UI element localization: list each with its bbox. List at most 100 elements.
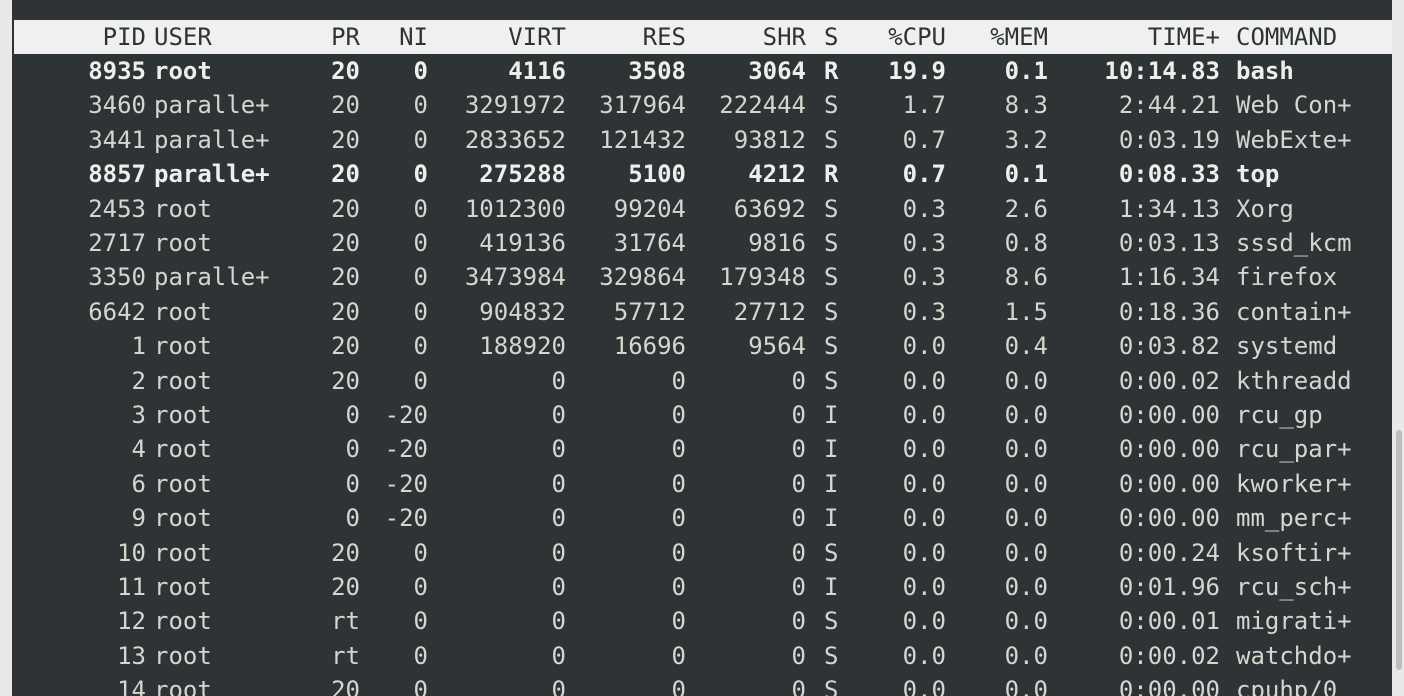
cell-pid: 13 <box>117 641 146 670</box>
cell-cpu: 0.3 <box>902 297 946 326</box>
cell-user: root <box>154 194 212 223</box>
cell-command: Web Con+ <box>1236 91 1352 120</box>
cell-res: 329864 <box>599 263 686 292</box>
cell-state: S <box>824 607 839 636</box>
cell-cpu: 0.0 <box>902 401 946 429</box>
col-command-header: COMMAND <box>1236 23 1338 51</box>
cell-shr: 0 <box>791 641 806 670</box>
cell-pr: 20 <box>331 676 360 696</box>
cell-command: systemd <box>1236 332 1338 361</box>
cell-virt: 188920 <box>479 332 566 361</box>
col-time-header: TIME+ <box>1147 23 1220 51</box>
cell-state: S <box>824 297 839 326</box>
cell-pid: 9 <box>131 504 146 533</box>
cell-res: 0 <box>671 573 686 601</box>
cell-cpu: 0.0 <box>902 573 946 601</box>
cell-shr: 0 <box>791 401 806 429</box>
cell-virt: 4116 <box>508 57 566 85</box>
cell-command: firefox <box>1236 263 1338 292</box>
cell-command: Xorg <box>1236 194 1294 223</box>
cell-pid: 8857 <box>88 160 146 189</box>
cell-mem: 8.3 <box>1004 91 1048 120</box>
cell-time: 0:03.19 <box>1118 125 1220 154</box>
cell-time: 0:00.24 <box>1118 538 1220 567</box>
cell-res: 0 <box>671 435 686 464</box>
process-row: 3460 paralle+ 20 0 3291972 317964 222444 S 1.7 8.… <box>14 88 1392 122</box>
col-ni-header: NI <box>399 23 428 51</box>
cell-res: 121432 <box>599 125 686 154</box>
cell-state: R <box>824 160 839 189</box>
cell-state: I <box>824 573 839 601</box>
cell-virt: 0 <box>551 366 566 395</box>
cell-res: 5100 <box>628 160 686 189</box>
cell-shr: 0 <box>791 573 806 601</box>
cell-res: 0 <box>671 401 686 429</box>
cell-user: root <box>154 401 212 429</box>
cell-pid: 2717 <box>88 229 146 257</box>
cell-cpu: 0.0 <box>902 641 946 670</box>
cell-pr: 20 <box>331 194 360 223</box>
cell-pr: 20 <box>331 573 360 601</box>
cell-res: 3508 <box>628 57 686 85</box>
cell-time: 0:00.00 <box>1118 401 1220 429</box>
cell-pid: 2453 <box>88 194 146 223</box>
cell-mem: 0.8 <box>1004 229 1048 257</box>
cell-time: 0:00.02 <box>1118 366 1220 395</box>
cell-cpu: 0.3 <box>902 229 946 257</box>
col-mem-header: %MEM <box>990 23 1048 51</box>
cell-time: 1:16.34 <box>1118 263 1220 292</box>
cell-virt: 0 <box>551 469 566 498</box>
cell-mem: 3.2 <box>1004 125 1048 154</box>
terminal-window[interactable]: PID USER PR NI VIRT RES SHR S %CPU %MEM … <box>12 0 1392 696</box>
cell-shr: 63692 <box>733 194 806 223</box>
cell-ni: 0 <box>413 57 428 85</box>
scrollbar-thumb[interactable] <box>1396 430 1402 670</box>
cell-virt: 2833652 <box>464 125 566 154</box>
cell-ni: 0 <box>413 676 428 696</box>
cell-virt: 3473984 <box>464 263 566 292</box>
cell-mem: 1.5 <box>1004 297 1048 326</box>
cell-command: sssd_kcm <box>1236 229 1352 257</box>
cell-user: root <box>154 229 212 257</box>
cell-shr: 0 <box>791 676 806 696</box>
cell-mem: 0.0 <box>1004 504 1048 533</box>
cell-state: S <box>824 125 839 154</box>
cell-pr: rt <box>331 641 360 670</box>
cell-virt: 3291972 <box>464 91 566 120</box>
cell-state: S <box>824 263 839 292</box>
cell-mem: 0.0 <box>1004 641 1048 670</box>
cell-pid: 12 <box>117 607 146 636</box>
cell-ni: -20 <box>384 401 428 429</box>
cell-cpu: 1.7 <box>902 91 946 120</box>
cell-ni: 0 <box>413 125 428 154</box>
cell-mem: 0.0 <box>1004 401 1048 429</box>
cell-pid: 6642 <box>88 297 146 326</box>
cell-shr: 9564 <box>748 332 806 361</box>
cell-ni: 0 <box>413 297 428 326</box>
cell-virt: 0 <box>551 573 566 601</box>
cell-state: S <box>824 91 839 120</box>
cell-time: 0:00.00 <box>1118 469 1220 498</box>
scrollbar[interactable] <box>1392 0 1404 696</box>
cell-time: 0:18.36 <box>1118 297 1220 326</box>
cell-res: 99204 <box>613 194 686 223</box>
cell-shr: 0 <box>791 538 806 567</box>
cell-user: root <box>154 504 212 533</box>
cell-res: 0 <box>671 676 686 696</box>
cell-ni: -20 <box>384 469 428 498</box>
cell-user: root <box>154 469 212 498</box>
col-shr-header: SHR <box>762 23 806 51</box>
cell-state: S <box>824 229 839 257</box>
cell-ni: 0 <box>413 366 428 395</box>
cell-time: 0:00.00 <box>1118 676 1220 696</box>
cell-time: 10:14.83 <box>1104 57 1220 85</box>
cell-pid: 10 <box>117 538 146 567</box>
col-cpu-header: %CPU <box>888 23 946 51</box>
cell-pr: 20 <box>331 332 360 361</box>
cell-pr: 0 <box>345 435 360 464</box>
cell-cpu: 0.0 <box>902 469 946 498</box>
cell-mem: 2.6 <box>1004 194 1048 223</box>
cell-user: root <box>154 538 212 567</box>
cell-command: mm_perc+ <box>1236 504 1352 533</box>
cell-user: paralle+ <box>154 91 270 120</box>
